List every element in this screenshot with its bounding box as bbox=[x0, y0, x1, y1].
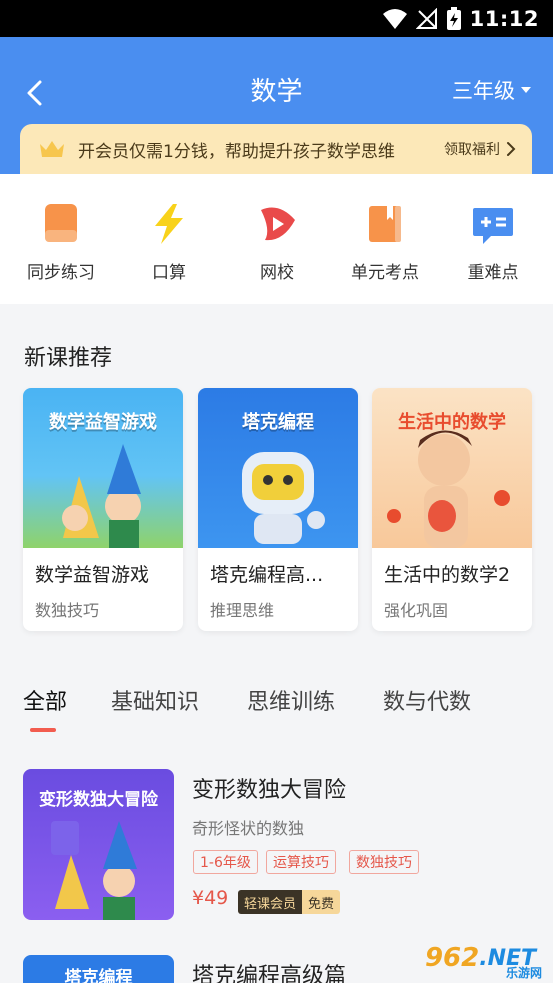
wizard-illustration bbox=[51, 821, 137, 920]
course-tag: 推理思维 bbox=[210, 601, 275, 620]
course-list-cover[interactable]: 变形数独大冒险 bbox=[23, 769, 174, 920]
course-card[interactable]: 塔克编程 塔克编程高... 推理思维 bbox=[198, 388, 358, 631]
battery-charging-icon bbox=[446, 7, 461, 30]
course-name: 数学益智游戏 bbox=[35, 564, 150, 586]
tab-all[interactable]: 全部 bbox=[23, 684, 67, 716]
course-card[interactable]: 数学益智游戏 数学益智游戏 数独技巧 bbox=[23, 388, 183, 631]
wizard-illustration bbox=[62, 444, 141, 548]
cover-text: 塔克编程 bbox=[64, 968, 133, 983]
site-watermark: 962 .NET 乐游网 bbox=[413, 935, 548, 981]
quick-link-label: 单元考点 bbox=[351, 263, 419, 283]
course-tag-chip: 运算技巧 bbox=[266, 850, 336, 874]
course-card[interactable]: 生活中的数学 生活中的数学2 强化巩固 bbox=[372, 388, 532, 631]
category-tabs: 全部 基础知识 思维训练 数与代数 bbox=[0, 684, 553, 728]
status-bar: 11:12 bbox=[0, 0, 553, 37]
vip-banner-action[interactable]: 领取福利 bbox=[444, 139, 516, 159]
vip-badge-label: 轻课会员 bbox=[238, 890, 303, 914]
section-title-new-courses: 新课推荐 bbox=[24, 346, 113, 371]
plus-equals-icon bbox=[473, 208, 513, 244]
active-tab-indicator bbox=[30, 728, 56, 732]
vip-free-badge: 轻课会员 免费 bbox=[238, 890, 341, 914]
status-time: 11:12 bbox=[469, 7, 539, 31]
robot-illustration bbox=[242, 452, 325, 544]
course-list-cover[interactable]: 塔克编程 bbox=[23, 955, 174, 983]
quick-link-label: 重难点 bbox=[467, 263, 519, 283]
body-illustration bbox=[387, 430, 510, 548]
vip-banner-text: 开会员仅需1分钱，帮助提升孩子数学思维 bbox=[78, 141, 395, 162]
grade-selector[interactable]: 三年级 bbox=[452, 75, 531, 105]
tab-numbers-algebra[interactable]: 数与代数 bbox=[383, 684, 471, 716]
tab-basic-knowledge[interactable]: 基础知识 bbox=[111, 684, 199, 716]
chevron-right-icon bbox=[507, 142, 516, 156]
quick-link-label: 口算 bbox=[152, 263, 186, 283]
course-name: 生活中的数学2 bbox=[384, 564, 511, 586]
course-list-title[interactable]: 变形数独大冒险 bbox=[192, 772, 346, 804]
quick-link-unit-points[interactable]: 单元考点 bbox=[330, 200, 440, 283]
watermark-number: 962 bbox=[424, 943, 480, 973]
quick-link-label: 网校 bbox=[260, 263, 294, 283]
caret-down-icon bbox=[521, 87, 531, 93]
course-tag-chip: 1-6年级 bbox=[193, 850, 258, 874]
book-icon bbox=[369, 206, 401, 242]
tab-thinking-training[interactable]: 思维训练 bbox=[247, 684, 335, 716]
wifi-icon bbox=[382, 9, 407, 29]
course-tag-chip: 数独技巧 bbox=[349, 850, 419, 874]
quick-link-mental-math[interactable]: 口算 bbox=[114, 200, 224, 283]
lightning-icon bbox=[155, 204, 183, 244]
no-signal-icon bbox=[415, 8, 437, 29]
course-name: 塔克编程高... bbox=[210, 564, 324, 586]
course-tag: 数独技巧 bbox=[35, 601, 100, 620]
course-tag: 强化巩固 bbox=[384, 601, 449, 620]
quick-link-sync-practice[interactable]: 同步练习 bbox=[6, 200, 116, 283]
quick-link-label: 同步练习 bbox=[27, 263, 95, 283]
course-cover: 数学益智游戏 bbox=[23, 388, 183, 548]
course-price: ¥49 bbox=[192, 887, 229, 909]
watermark-cn: 乐游网 bbox=[505, 966, 542, 980]
crown-icon bbox=[40, 141, 64, 157]
course-cover: 生活中的数学 bbox=[372, 388, 532, 548]
play-icon bbox=[261, 207, 295, 241]
course-cover: 塔克编程 bbox=[198, 388, 358, 548]
vip-banner-action-label: 领取福利 bbox=[444, 142, 500, 158]
quick-link-key-points[interactable]: 重难点 bbox=[438, 200, 548, 283]
notebook-icon bbox=[45, 204, 77, 242]
quick-link-online-school[interactable]: 网校 bbox=[222, 200, 332, 283]
course-list-title[interactable]: 塔克编程高级篇 bbox=[192, 958, 346, 983]
vip-badge-value: 免费 bbox=[302, 890, 341, 914]
grade-label: 三年级 bbox=[452, 79, 515, 103]
course-list-desc: 奇形怪状的数独 bbox=[192, 819, 305, 838]
vip-banner[interactable]: 开会员仅需1分钱，帮助提升孩子数学思维 领取福利 bbox=[20, 124, 532, 174]
